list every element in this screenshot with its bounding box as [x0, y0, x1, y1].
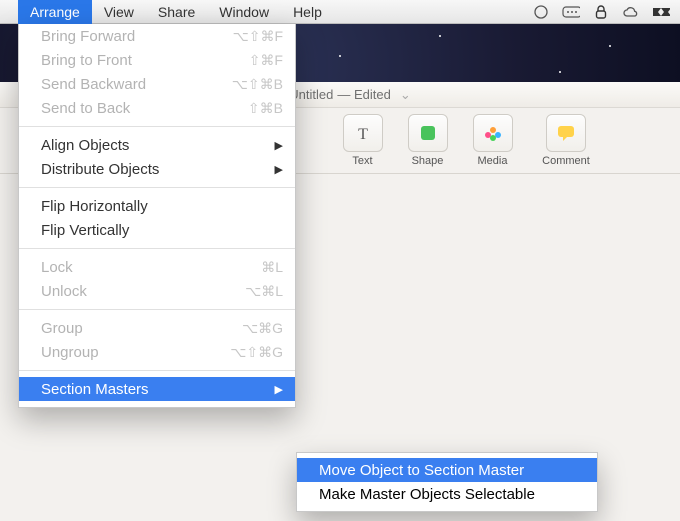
menu-group: Group⌥⌘G	[19, 316, 295, 340]
toolbar-media-label: Media	[465, 155, 520, 167]
toolbar-comment-label: Comment	[530, 155, 602, 167]
submenu-arrow-icon: ▶	[275, 163, 283, 176]
menu-distribute-objects[interactable]: Distribute Objects▶	[19, 157, 295, 181]
media-icon	[473, 114, 513, 152]
menubar-item-window[interactable]: Window	[207, 0, 281, 24]
menu-separator	[19, 126, 295, 127]
menu-flip-horizontally[interactable]: Flip Horizontally	[19, 194, 295, 218]
menu-unlock: Unlock⌥⌘L	[19, 279, 295, 303]
menu-bring-forward: Bring Forward⌥⇧⌘F	[19, 24, 295, 48]
edited-indicator: — Edited	[337, 87, 390, 102]
comment-icon	[546, 114, 586, 152]
circle-icon[interactable]	[532, 3, 550, 21]
menu-send-to-back: Send to Back⇧⌘B	[19, 96, 295, 120]
menubar-item-view[interactable]: View	[92, 0, 146, 24]
menu-ungroup: Ungroup⌥⇧⌘G	[19, 340, 295, 364]
toolbar-comment[interactable]: Comment	[530, 114, 602, 167]
chevron-down-icon[interactable]: ⌄	[400, 87, 411, 103]
cloud-icon[interactable]	[622, 3, 640, 21]
menu-section-masters[interactable]: Section Masters▶	[19, 377, 295, 401]
menu-separator	[19, 309, 295, 310]
menu-send-backward: Send Backward⌥⇧⌘B	[19, 72, 295, 96]
lock-icon[interactable]	[592, 3, 610, 21]
toolbar-shape[interactable]: Shape	[400, 114, 455, 167]
menu-flip-vertically[interactable]: Flip Vertically	[19, 218, 295, 242]
menu-separator	[19, 248, 295, 249]
menubar-item-share[interactable]: Share	[146, 0, 207, 24]
menubar-item-arrange[interactable]: Arrange	[18, 0, 92, 24]
menubar: Arrange View Share Window Help	[0, 0, 680, 24]
submenu-move-to-master[interactable]: Move Object to Section Master	[297, 458, 597, 482]
svg-text:T: T	[358, 126, 368, 143]
menubar-extras	[532, 3, 680, 21]
menu-lock: Lock⌘L	[19, 255, 295, 279]
submenu-arrow-icon: ▶	[275, 383, 283, 396]
ellipsis-icon[interactable]	[562, 3, 580, 21]
shape-icon	[408, 114, 448, 152]
toolbar-text[interactable]: T Text	[335, 114, 390, 167]
flag-icon[interactable]	[652, 3, 670, 21]
toolbar-shape-label: Shape	[400, 155, 455, 167]
menu-separator	[19, 370, 295, 371]
toolbar-media[interactable]: Media	[465, 114, 520, 167]
toolbar-text-label: Text	[335, 155, 390, 167]
menubar-item-help[interactable]: Help	[281, 0, 334, 24]
menu-bring-to-front: Bring to Front⇧⌘F	[19, 48, 295, 72]
menu-separator	[19, 187, 295, 188]
arrange-menu: Bring Forward⌥⇧⌘F Bring to Front⇧⌘F Send…	[18, 24, 296, 408]
section-masters-submenu: Move Object to Section Master Make Maste…	[296, 452, 598, 512]
menu-align-objects[interactable]: Align Objects▶	[19, 133, 295, 157]
submenu-arrow-icon: ▶	[275, 139, 283, 152]
text-icon: T	[343, 114, 383, 152]
submenu-make-selectable[interactable]: Make Master Objects Selectable	[297, 482, 597, 506]
